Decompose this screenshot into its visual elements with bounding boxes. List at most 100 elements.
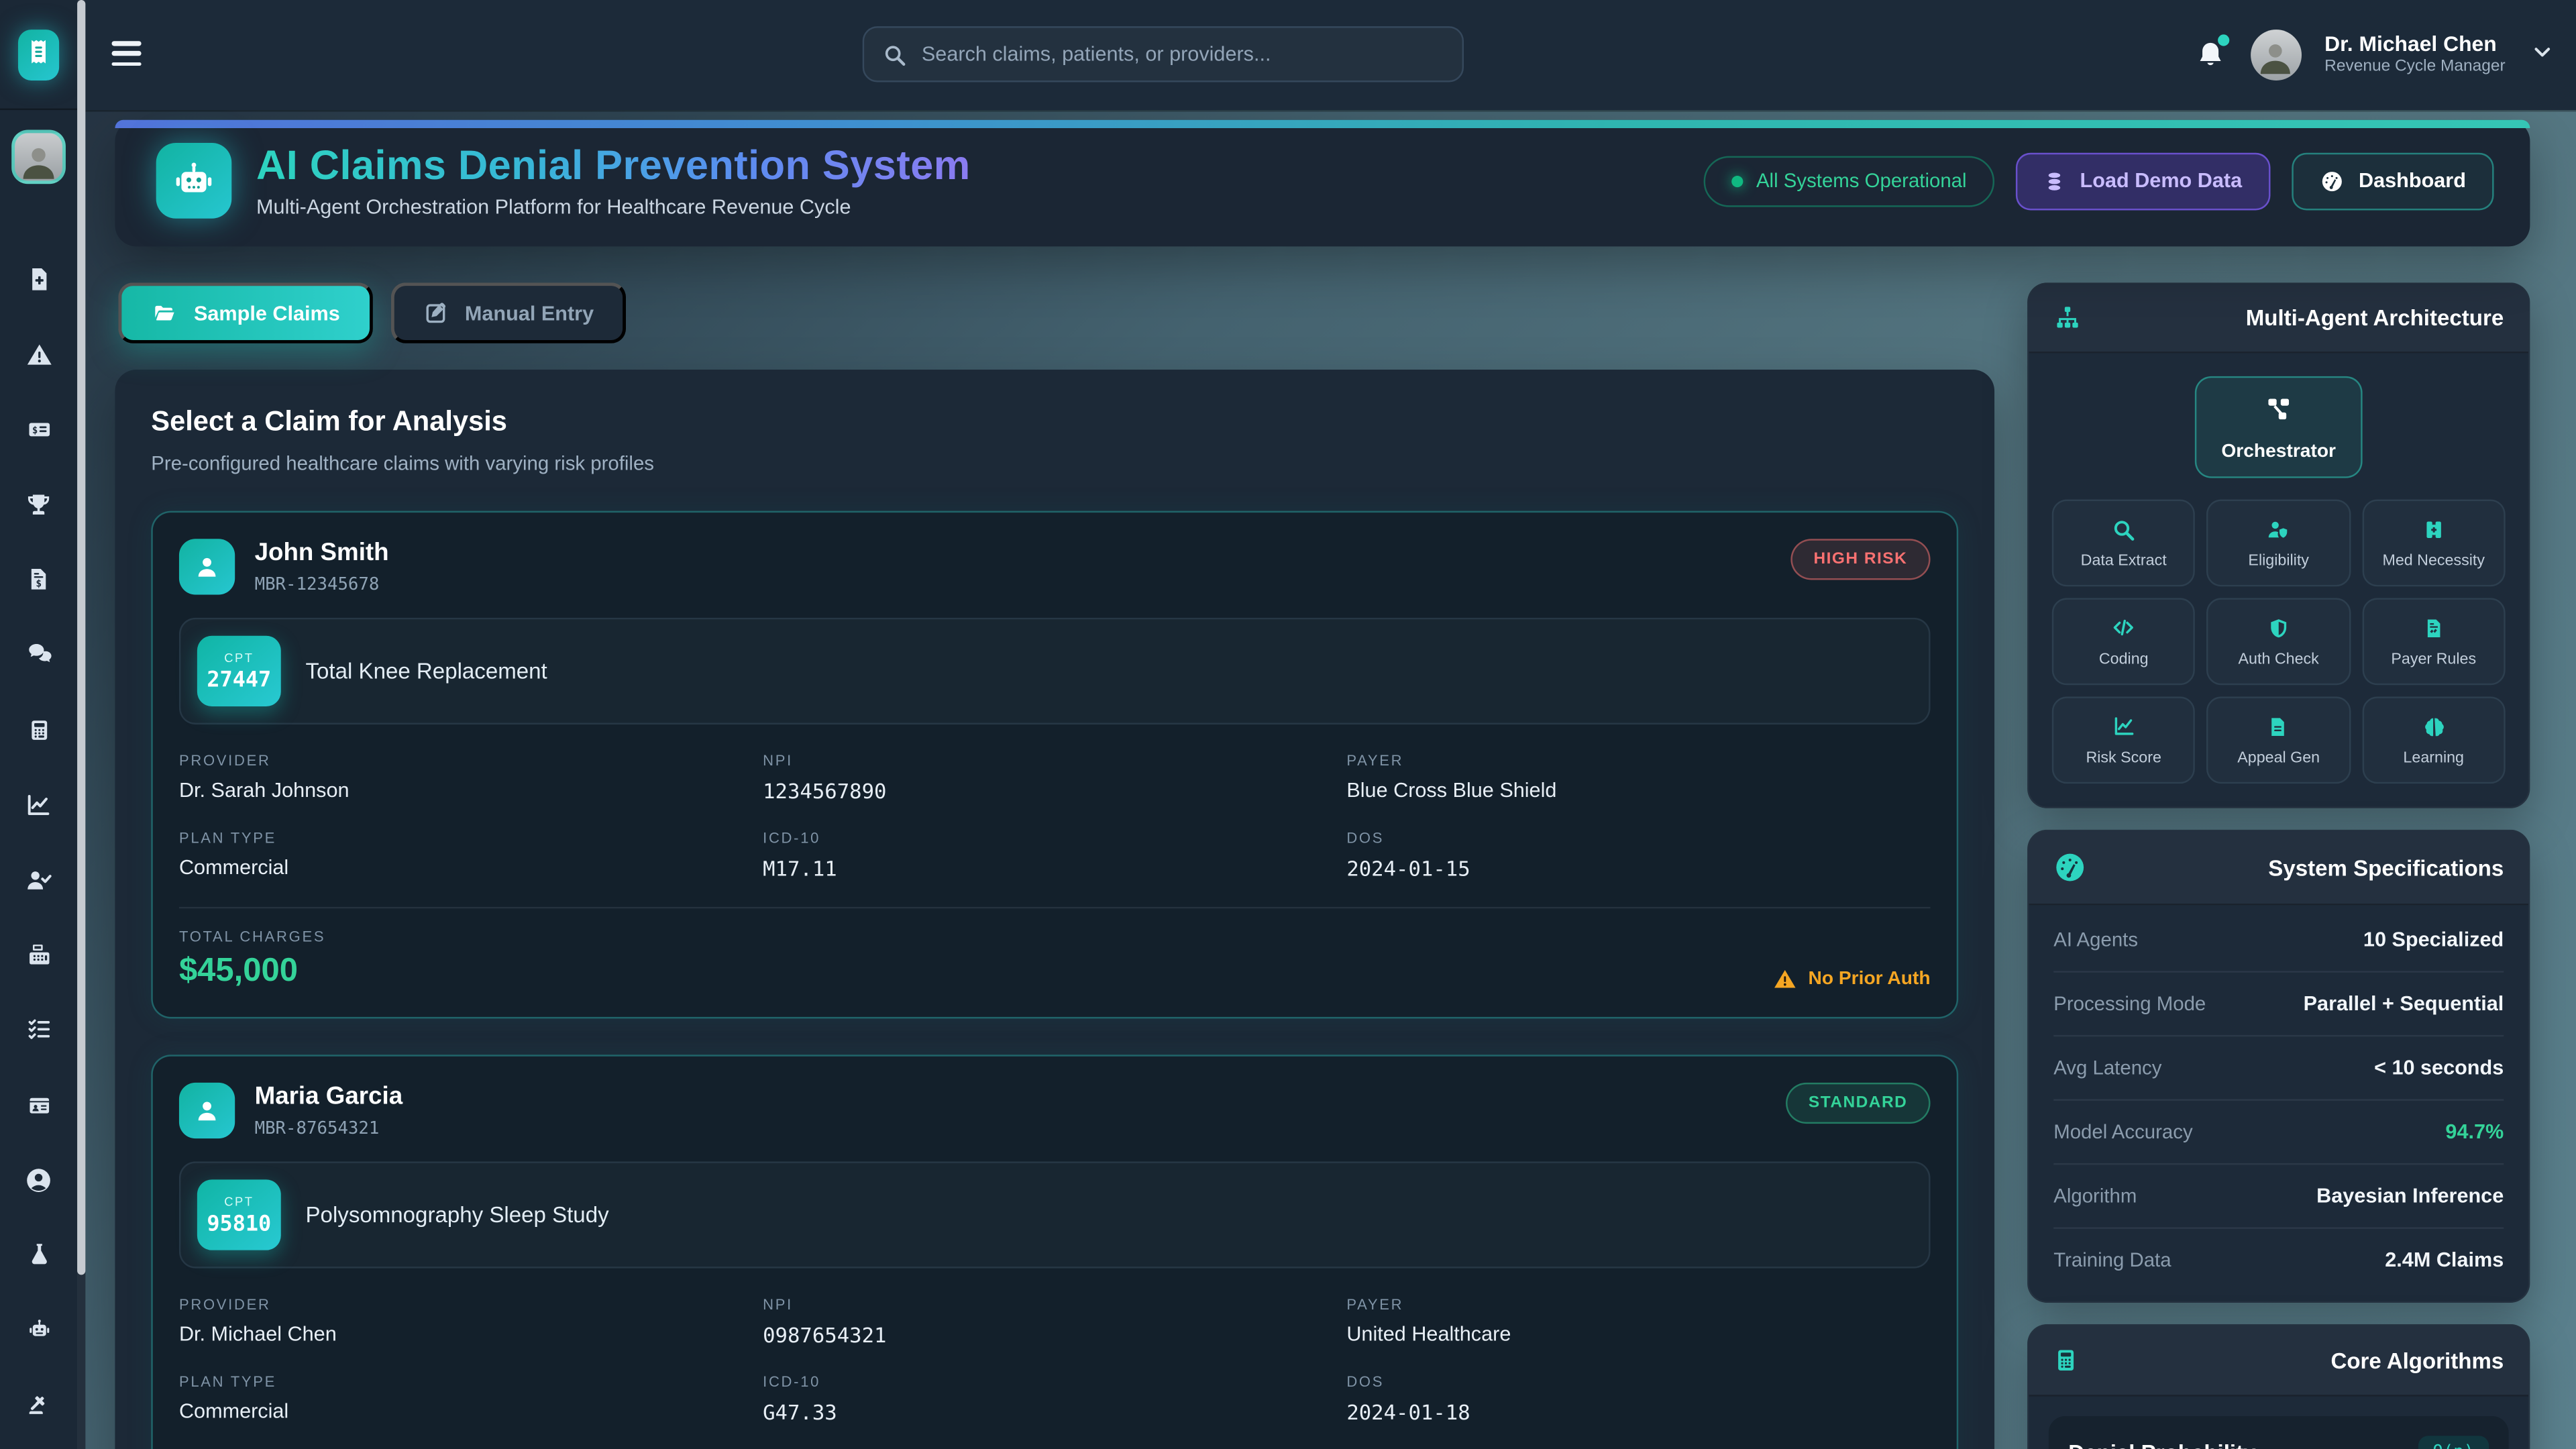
dashboard-button[interactable]: Dashboard — [2292, 152, 2494, 210]
claims-section-subtitle: Pre-configured healthcare claims with va… — [151, 451, 1958, 474]
auth-status: No Prior Auth — [1772, 967, 1931, 990]
architecture-panel: Multi-Agent Architecture Orchestrator Da… — [2027, 282, 2530, 808]
spec-label: AI Agents — [2053, 928, 2138, 951]
load-demo-data-button[interactable]: Load Demo Data — [2016, 152, 2270, 210]
field-label: DOS — [1346, 830, 1930, 846]
agent-payer-rules[interactable]: Payer Rules — [2362, 598, 2506, 685]
claim-details: PROVIDERDr. Michael Chen NPI0987654321 P… — [179, 1296, 1931, 1424]
gavel-icon[interactable] — [22, 1389, 55, 1421]
receipt-icon — [25, 34, 53, 76]
search-input[interactable] — [922, 43, 1444, 66]
claims-section-title: Select a Claim for Analysis — [151, 406, 1958, 439]
field-label: PROVIDER — [179, 753, 763, 769]
field-label: PROVIDER — [179, 1296, 763, 1312]
tab-sample-claims-label: Sample Claims — [194, 301, 340, 324]
global-search[interactable] — [863, 26, 1464, 82]
sidebar-nav: $ $ — [0, 240, 77, 1422]
spec-row: Algorithm Bayesian Inference — [2053, 1165, 2504, 1229]
page-title: AI Claims Denial Prevention System — [256, 143, 971, 191]
sitemap-icon — [2053, 304, 2082, 332]
cash-register-icon[interactable] — [22, 938, 55, 971]
total-charges-value: $45,000 — [179, 953, 325, 990]
agent-appeal-gen[interactable]: Appeal Gen — [2207, 696, 2351, 784]
comments-icon[interactable] — [22, 638, 55, 671]
calculator-icon[interactable] — [22, 713, 55, 746]
robot-icon[interactable] — [22, 1313, 55, 1346]
spec-label: Processing Mode — [2053, 992, 2206, 1015]
file-alt-icon — [2268, 713, 2290, 739]
field-label: PAYER — [1346, 753, 1930, 769]
cpt-chip: CPT 27447 — [197, 636, 281, 706]
robot-logo — [156, 143, 232, 219]
field-label: PLAN TYPE — [179, 830, 763, 846]
spec-value: < 10 seconds — [2374, 1057, 2504, 1079]
orchestrator-label: Orchestrator — [2206, 442, 2351, 462]
agent-auth-check[interactable]: Auth Check — [2207, 598, 2351, 685]
claim-card-john-smith[interactable]: John Smith MBR-12345678 HIGH RISK CPT 27… — [151, 511, 1958, 1019]
agent-risk-score[interactable]: Risk Score — [2052, 696, 2196, 784]
user-avatar[interactable] — [2251, 30, 2302, 80]
patient-avatar — [179, 539, 235, 594]
trophy-icon[interactable] — [22, 488, 55, 521]
claims-panel: Select a Claim for Analysis Pre-configur… — [115, 370, 1994, 1449]
user-check-icon[interactable] — [22, 863, 55, 896]
agent-label: Learning — [2403, 749, 2464, 767]
flask-icon[interactable] — [22, 1238, 55, 1271]
user-name: Dr. Michael Chen — [2324, 32, 2506, 58]
brain-icon — [2421, 713, 2446, 739]
dashboard-label: Dashboard — [2359, 169, 2466, 192]
id-card-icon[interactable] — [22, 1089, 55, 1122]
field-label: NPI — [763, 1296, 1346, 1312]
spec-label: Algorithm — [2053, 1185, 2137, 1208]
agent-eligibility[interactable]: Eligibility — [2207, 499, 2351, 586]
user-meta[interactable]: Dr. Michael Chen Revenue Cycle Manager — [2324, 32, 2506, 78]
agent-label: Auth Check — [2239, 651, 2319, 669]
architecture-panel-title: Multi-Agent Architecture — [2246, 306, 2504, 331]
agent-coding[interactable]: Coding — [2052, 598, 2196, 685]
claim-card-maria-garcia[interactable]: Maria Garcia MBR-87654321 STANDARD CPT 9… — [151, 1055, 1958, 1449]
cpt-chip: CPT 95810 — [197, 1179, 281, 1250]
agent-grid: Data Extract Eligibility Med Necessity C… — [2052, 499, 2506, 784]
patient-name: Maria Garcia — [255, 1083, 403, 1111]
algorithm-card-denial-probability[interactable]: Denial Probability O(n) Bayesian Inferen… — [2049, 1416, 2509, 1449]
agent-label: Data Extract — [2081, 552, 2167, 570]
spec-row: AI Agents 10 Specialized — [2053, 908, 2504, 973]
app-logo[interactable] — [18, 30, 59, 80]
agent-label: Med Necessity — [2382, 552, 2485, 570]
chart-line-icon[interactable] — [22, 788, 55, 821]
algorithms-panel: Core Algorithms Denial Probability O(n) … — [2027, 1324, 2530, 1449]
orchestrator-node[interactable]: Orchestrator — [2195, 376, 2363, 478]
menu-toggle-button[interactable] — [112, 41, 142, 66]
agent-learning[interactable]: Learning — [2362, 696, 2506, 784]
user-circle-icon[interactable] — [22, 1163, 55, 1196]
sidebar-avatar[interactable] — [11, 129, 66, 184]
task-list-icon[interactable] — [22, 1014, 55, 1046]
tab-sample-claims[interactable]: Sample Claims — [118, 282, 372, 343]
field-label: ICD-10 — [763, 830, 1346, 846]
status-dot-icon — [1731, 175, 1743, 186]
member-id: MBR-87654321 — [255, 1119, 403, 1138]
mode-tabs: Sample Claims Manual Entry — [118, 282, 627, 343]
spec-label: Model Accuracy — [2053, 1120, 2192, 1143]
spec-value: Bayesian Inference — [2316, 1185, 2504, 1208]
notification-dot — [2216, 32, 2231, 47]
chevron-down-icon[interactable] — [2532, 40, 2553, 70]
agent-med-necessity[interactable]: Med Necessity — [2362, 499, 2506, 586]
agent-data-extract[interactable]: Data Extract — [2052, 499, 2196, 586]
tab-manual-entry[interactable]: Manual Entry — [391, 282, 627, 343]
warning-triangle-icon[interactable] — [22, 338, 55, 371]
icd10-value: M17.11 — [763, 856, 1346, 881]
file-invoice-dollar-icon[interactable]: $ — [22, 563, 55, 596]
claim-details: PROVIDERDr. Sarah Johnson NPI1234567890 … — [179, 753, 1931, 881]
file-rules-icon — [2423, 614, 2445, 641]
sidebar-scrollbar-thumb[interactable] — [78, 0, 85, 1275]
agent-label: Appeal Gen — [2237, 749, 2320, 767]
agent-label: Payer Rules — [2391, 651, 2476, 669]
file-medical-icon[interactable] — [22, 263, 55, 296]
cpt-code: 27447 — [207, 668, 271, 693]
money-check-icon[interactable]: $ — [22, 413, 55, 446]
notifications-button[interactable] — [2195, 37, 2228, 73]
provider-value: Dr. Michael Chen — [179, 1322, 763, 1345]
right-sidebar: Multi-Agent Architecture Orchestrator Da… — [2027, 282, 2530, 1449]
robot-icon — [169, 158, 218, 204]
